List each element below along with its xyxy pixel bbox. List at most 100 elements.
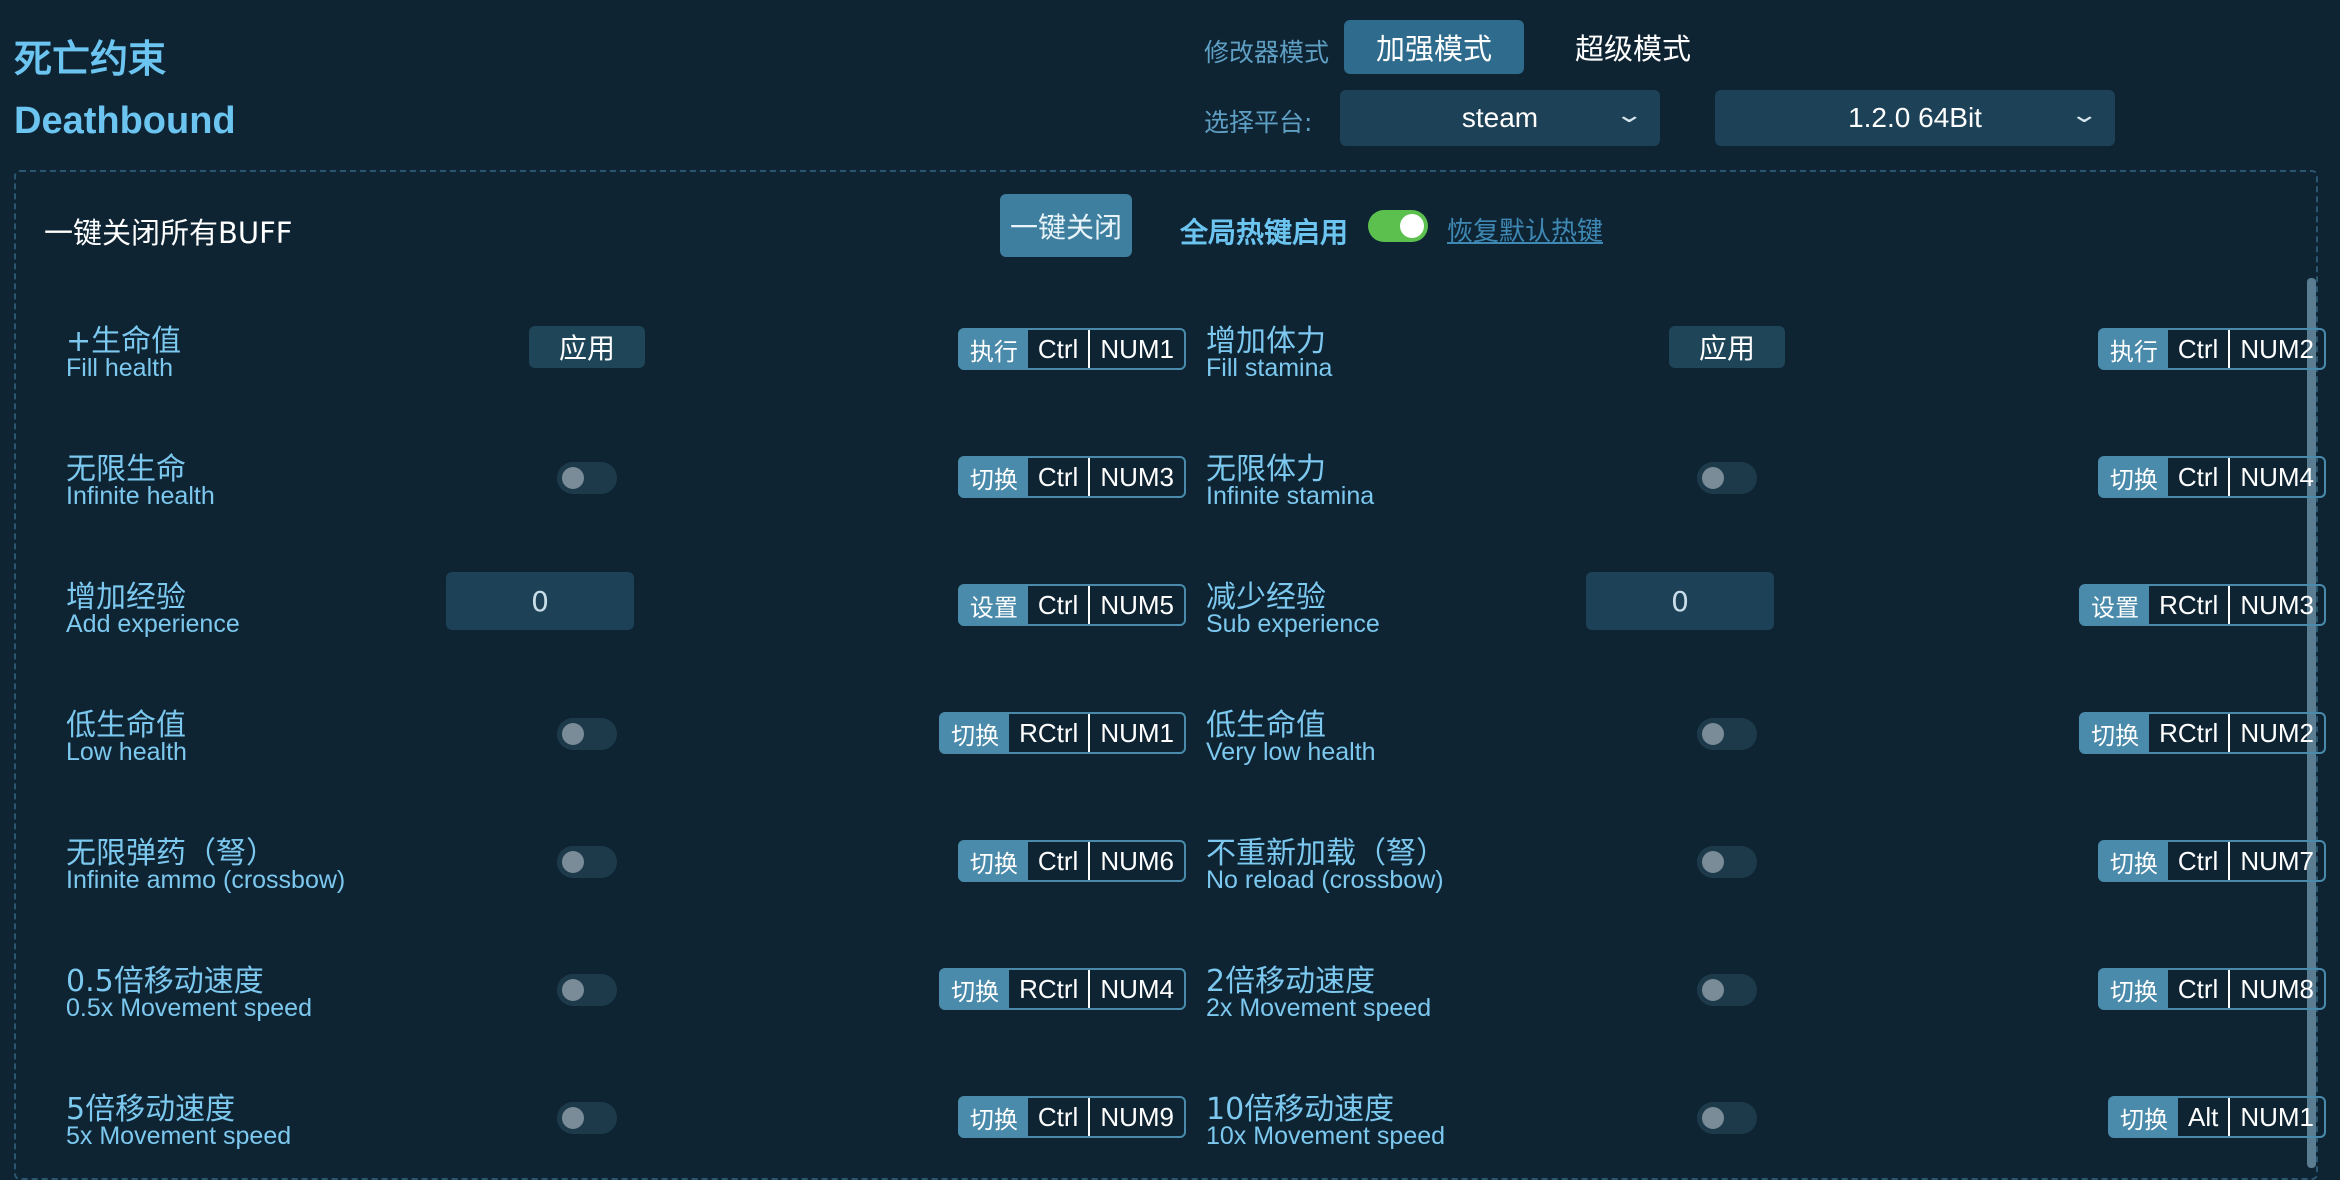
hotkey-modifier: Ctrl xyxy=(2177,973,2219,1004)
cheat-name-en: Very low health xyxy=(1206,738,1376,766)
hotkey-key: NUM4 xyxy=(2228,458,2324,496)
cheat-row: 增加体力 Fill stamina 应用 执行 Ctrl NUM2 xyxy=(1206,316,2326,406)
hotkey-modifier: Ctrl xyxy=(1037,333,1079,364)
hotkey-action: 切换 xyxy=(941,714,1010,752)
hotkey-badge[interactable]: 设置 RCtrl NUM3 xyxy=(2079,584,2326,626)
hotkey-badge[interactable]: 切换 Ctrl NUM8 xyxy=(2097,968,2326,1010)
cheat-toggle[interactable] xyxy=(557,846,617,878)
hotkey-badge[interactable]: 切换 RCtrl NUM1 xyxy=(939,712,1186,754)
cheat-row: 5倍移动速度 5x Movement speed 切换 Ctrl NUM9 xyxy=(66,1084,1186,1174)
mode-label: 修改器模式 xyxy=(1204,38,1330,67)
hotkey-key: NUM1 xyxy=(1088,330,1184,368)
cheat-row: 无限弹药（弩） Infinite ammo (crossbow) 切换 Ctrl NUM… xyxy=(66,828,1186,918)
hotkey-key: NUM9 xyxy=(1088,1098,1184,1136)
cheat-name-en: Infinite ammo (crossbow) xyxy=(66,866,346,894)
hotkey-key: NUM1 xyxy=(2228,1098,2324,1136)
hotkey-action: 切换 xyxy=(2081,714,2150,752)
cheat-row: 0.5倍移动速度 0.5x Movement speed 切换 RCtrl NUM4 xyxy=(66,956,1186,1046)
mode-enhanced-button[interactable]: 加强模式 xyxy=(1344,20,1524,74)
hotkey-action: 设置 xyxy=(2081,586,2150,624)
hotkey-key: NUM1 xyxy=(1088,714,1184,752)
hotkey-badge[interactable]: 切换 Ctrl NUM7 xyxy=(2097,840,2326,882)
chevron-down-icon: ⌄ xyxy=(2069,102,2099,127)
close-all-buff-label: 一键关闭所有BUFF xyxy=(44,216,293,250)
hotkey-action: 切换 xyxy=(959,458,1028,496)
cheat-toggle[interactable] xyxy=(1697,462,1757,494)
hotkey-action: 切换 xyxy=(2099,970,2168,1008)
cheat-row: 10倍移动速度 10x Movement speed 切换 Alt NUM1 xyxy=(1206,1084,2326,1174)
hotkey-key: NUM6 xyxy=(1088,842,1184,880)
cheat-name-en: 0.5x Movement speed xyxy=(66,994,312,1022)
cheat-toggle[interactable] xyxy=(1697,1102,1757,1134)
value-input[interactable]: 0 xyxy=(446,572,634,630)
cheat-name-en: Fill health xyxy=(66,354,173,382)
cheat-name-en: No reload (crossbow) xyxy=(1206,866,1444,894)
cheat-row: 2倍移动速度 2x Movement speed 切换 Ctrl NUM8 xyxy=(1206,956,2326,1046)
mode-super-button[interactable]: 超级模式 xyxy=(1560,20,1706,74)
hotkey-badge[interactable]: 执行 Ctrl NUM2 xyxy=(2097,328,2326,370)
cheat-name-en: 5x Movement speed xyxy=(66,1122,292,1150)
hotkey-badge[interactable]: 切换 Ctrl NUM6 xyxy=(957,840,1186,882)
hotkey-modifier: Ctrl xyxy=(1037,589,1079,620)
hotkey-modifier: Ctrl xyxy=(2177,845,2219,876)
apply-button[interactable]: 应用 xyxy=(1669,326,1785,368)
apply-button[interactable]: 应用 xyxy=(529,326,645,368)
hotkey-modifier: RCtrl xyxy=(1019,973,1079,1004)
hotkey-badge[interactable]: 设置 Ctrl NUM5 xyxy=(957,584,1186,626)
hotkey-badge[interactable]: 切换 Ctrl NUM9 xyxy=(957,1096,1186,1138)
hotkey-badge[interactable]: 切换 Alt NUM1 xyxy=(2107,1096,2326,1138)
hotkey-key: NUM7 xyxy=(2228,842,2324,880)
hotkey-action: 切换 xyxy=(959,1098,1028,1136)
cheat-toggle[interactable] xyxy=(557,718,617,750)
platform-label: 选择平台: xyxy=(1204,108,1313,137)
cheat-toggle[interactable] xyxy=(557,462,617,494)
cheat-name-en: 10x Movement speed xyxy=(1206,1122,1446,1150)
value-input[interactable]: 0 xyxy=(1586,572,1774,630)
game-title-cn: 死亡约束 xyxy=(14,37,167,81)
hotkey-action: 执行 xyxy=(959,330,1028,368)
hotkey-action: 执行 xyxy=(2099,330,2168,368)
global-hotkey-label: 全局热键启用 xyxy=(1180,216,1349,249)
hotkey-modifier: RCtrl xyxy=(2159,717,2219,748)
cheat-row: +生命值 Fill health 应用 执行 Ctrl NUM1 xyxy=(66,316,1186,406)
hotkey-badge[interactable]: 切换 RCtrl NUM4 xyxy=(939,968,1186,1010)
close-all-button[interactable]: 一键关闭 xyxy=(1000,194,1132,257)
hotkey-badge[interactable]: 切换 RCtrl NUM2 xyxy=(2079,712,2326,754)
cheat-toggle[interactable] xyxy=(1697,718,1757,750)
hotkey-action: 切换 xyxy=(959,842,1028,880)
restore-default-hotkeys-link[interactable]: 恢复默认热键 xyxy=(1447,211,1603,248)
cheat-row: 无限体力 Infinite stamina 切换 Ctrl NUM4 xyxy=(1206,444,2326,534)
hotkey-modifier: Ctrl xyxy=(2177,333,2219,364)
cheat-toggle[interactable] xyxy=(557,974,617,1006)
cheat-row: 低生命值 Very low health 切换 RCtrl NUM2 xyxy=(1206,700,2326,790)
cheat-toggle[interactable] xyxy=(1697,846,1757,878)
hotkey-key: NUM8 xyxy=(2228,970,2324,1008)
cheat-name-en: Infinite stamina xyxy=(1206,482,1375,510)
cheat-name-en: Add experience xyxy=(66,610,240,638)
hotkey-action: 设置 xyxy=(959,586,1028,624)
hotkey-badge[interactable]: 切换 Ctrl NUM3 xyxy=(957,456,1186,498)
cheat-toggle[interactable] xyxy=(557,1102,617,1134)
global-hotkey-toggle[interactable] xyxy=(1368,210,1428,242)
hotkey-key: NUM3 xyxy=(2228,586,2324,624)
hotkey-modifier: RCtrl xyxy=(1019,717,1079,748)
hotkey-badge[interactable]: 切换 Ctrl NUM4 xyxy=(2097,456,2326,498)
hotkey-action: 切换 xyxy=(2099,842,2168,880)
version-select[interactable]: 1.2.0 64Bit ⌄ xyxy=(1715,90,2115,146)
cheat-name-en: Fill stamina xyxy=(1206,354,1333,382)
hotkey-key: NUM3 xyxy=(1088,458,1184,496)
game-title-en: Deathbound xyxy=(14,100,236,142)
cheat-name-en: 2x Movement speed xyxy=(1206,994,1432,1022)
hotkey-modifier: Ctrl xyxy=(1037,1101,1079,1132)
hotkey-key: NUM2 xyxy=(2228,714,2324,752)
hotkey-modifier: RCtrl xyxy=(2159,589,2219,620)
hotkey-key: NUM5 xyxy=(1088,586,1184,624)
platform-value: steam xyxy=(1461,102,1539,133)
hotkey-badge[interactable]: 执行 Ctrl NUM1 xyxy=(957,328,1186,370)
platform-select[interactable]: steam ⌄ xyxy=(1340,90,1660,146)
hotkey-modifier: Ctrl xyxy=(1037,461,1079,492)
hotkey-modifier: Ctrl xyxy=(2177,461,2219,492)
cheat-name-en: Infinite health xyxy=(66,482,215,510)
cheat-row: 不重新加载（弩） No reload (crossbow) 切换 Ctrl NUM7 xyxy=(1206,828,2326,918)
cheat-toggle[interactable] xyxy=(1697,974,1757,1006)
